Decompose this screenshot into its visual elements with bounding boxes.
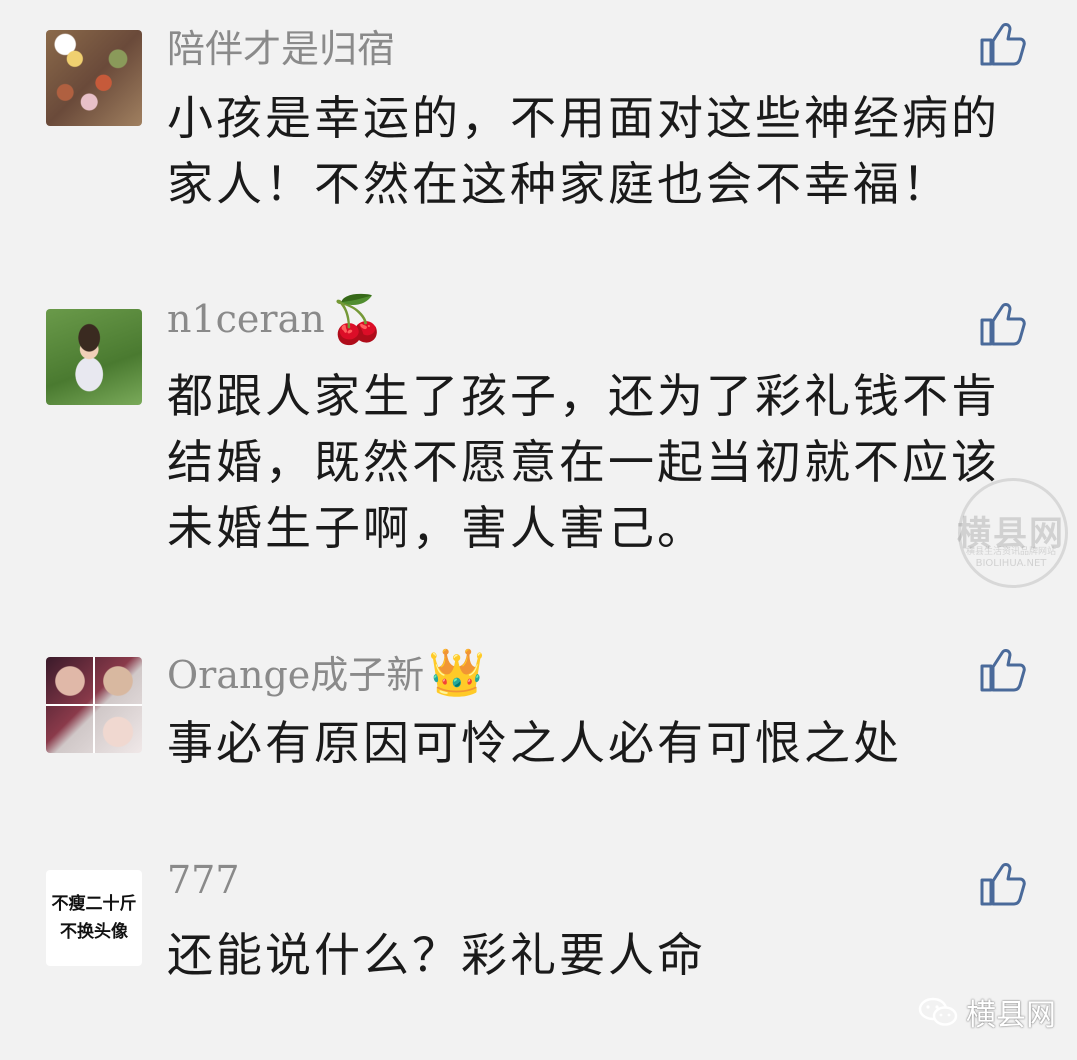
cherry-icon: 🍒 <box>328 292 386 346</box>
avatar[interactable] <box>46 657 142 753</box>
comment-text: 还能说什么？彩礼要人命 <box>167 922 1027 988</box>
comment-line: 小孩是幸运的，不用面对这些神经病的 <box>167 91 1000 145</box>
thumbs-up-icon[interactable] <box>978 298 1028 348</box>
comment-line: 家人！不然在这种家庭也会不幸福！ <box>167 157 951 211</box>
username-text[interactable]: n1ceran <box>167 297 325 341</box>
thumbs-up-icon[interactable] <box>978 18 1028 68</box>
comment-text: 事必有原因可怜之人必有可恨之处 <box>167 710 1027 776</box>
watermark-sub-text: 横县生活资讯品牌网站 <box>965 547 1056 557</box>
comment-line: 还能说什么？彩礼要人命 <box>167 928 706 982</box>
brand-name: 横县网 <box>966 998 1056 1033</box>
username[interactable]: 777 <box>167 858 240 902</box>
username-text[interactable]: Orange成子新 <box>167 644 424 699</box>
username-text[interactable]: 777 <box>167 858 240 902</box>
crown-icon: 👑 <box>428 644 486 699</box>
wechat-icon <box>918 997 958 1026</box>
watermark-stamp: 横县网 横县生活资讯品牌网站 BIOLIHUA.NET <box>952 478 1070 588</box>
thumbs-up-icon[interactable] <box>978 858 1028 908</box>
avatar[interactable]: 不瘦二十斤 不换头像 <box>46 870 142 966</box>
username-text[interactable]: 陪伴才是归宿 <box>167 18 395 73</box>
thumbs-up-icon[interactable] <box>978 644 1028 694</box>
username[interactable]: 陪伴才是归宿 <box>167 18 395 73</box>
avatar-text: 不瘦二十斤 <box>51 894 137 914</box>
comment-line: 事必有原因可怜之人必有可恨之处 <box>167 716 902 770</box>
watermark-url-text: BIOLIHUA.NET <box>975 558 1047 569</box>
username[interactable]: Orange成子新 👑 <box>167 644 486 699</box>
brand-mark: 横县网 <box>918 990 1056 1034</box>
avatar-text: 不换头像 <box>60 922 128 942</box>
avatar[interactable] <box>46 30 142 126</box>
comment-text: 小孩是幸运的，不用面对这些神经病的 家人！不然在这种家庭也会不幸福！ <box>167 85 1027 217</box>
comment-line: 未婚生子啊，害人害己。 <box>167 501 706 555</box>
comment-line: 结婚，既然不愿意在一起当初就不应该 <box>167 435 1000 489</box>
comment-line: 都跟人家生了孩子，还为了彩礼钱不肯 <box>167 369 1000 423</box>
username[interactable]: n1ceran 🍒 <box>167 296 386 342</box>
comment-text: 都跟人家生了孩子，还为了彩礼钱不肯 结婚，既然不愿意在一起当初就不应该 未婚生子… <box>167 363 1027 561</box>
avatar[interactable] <box>46 309 142 405</box>
